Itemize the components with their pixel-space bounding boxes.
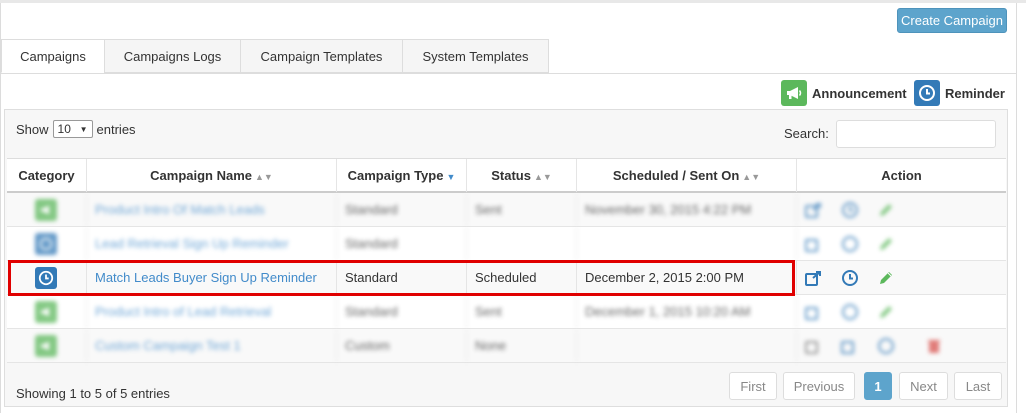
- status-cell: Sent: [467, 193, 577, 226]
- highlight-box: [8, 260, 795, 296]
- pencil-icon[interactable]: [876, 234, 896, 254]
- megaphone-icon: [35, 199, 57, 221]
- megaphone-icon: [35, 335, 57, 357]
- table-header: Category Campaign Name ▲▼ Campaign Type ▼ …: [7, 158, 1006, 193]
- pencil-icon[interactable]: [876, 302, 896, 322]
- column-header-campaign-name[interactable]: Campaign Name ▲▼: [87, 159, 337, 192]
- legend-reminder-label: Reminder: [945, 85, 1005, 101]
- page-size-control: Show 10 ▼ entries: [16, 120, 136, 138]
- sort-desc-icon: ▼: [446, 172, 456, 182]
- share-icon[interactable]: [804, 302, 824, 322]
- table-summary: Showing 1 to 5 of 5 entries: [16, 386, 170, 401]
- legend-announcement-label: Announcement: [812, 85, 907, 101]
- column-header-campaign-type[interactable]: Campaign Type ▼: [337, 159, 467, 192]
- tab-campaign-templates[interactable]: Campaign Templates: [240, 39, 403, 73]
- clock-icon[interactable]: [840, 234, 860, 254]
- trash-icon[interactable]: [924, 336, 944, 356]
- clock-icon[interactable]: [840, 302, 860, 322]
- column-header-scheduled[interactable]: Scheduled / Sent On ▲▼: [577, 159, 797, 192]
- create-campaign-button[interactable]: Create Campaign: [897, 8, 1007, 33]
- content-right-border: [1016, 3, 1017, 413]
- campaign-type-cell: Standard: [337, 193, 467, 226]
- campaign-type-cell: Custom: [337, 329, 467, 362]
- chevron-down-icon: ▼: [79, 124, 88, 134]
- scheduled-cell: [577, 329, 797, 362]
- share-icon[interactable]: [804, 268, 824, 288]
- share-icon[interactable]: [804, 200, 824, 220]
- copy-icon[interactable]: [804, 336, 824, 356]
- search-input[interactable]: [836, 120, 996, 148]
- status-cell: None: [467, 329, 577, 362]
- campaign-name-link[interactable]: Lead Retrieval Sign Up Reminder: [87, 227, 337, 260]
- tab-bar: Campaigns Campaigns Logs Campaign Templa…: [1, 39, 1016, 74]
- pagination-next[interactable]: Next: [899, 372, 948, 400]
- search-label: Search:: [784, 126, 829, 141]
- scheduled-cell: December 1, 2015 10:20 AM: [577, 295, 797, 328]
- pagination-last[interactable]: Last: [954, 372, 1002, 400]
- campaign-name-link[interactable]: Custom Campaign Test 1: [87, 329, 337, 362]
- tab-campaigns-logs[interactable]: Campaigns Logs: [104, 39, 241, 73]
- table-row: Product Intro Of Match Leads Standard Se…: [7, 193, 1006, 227]
- entries-label: entries: [96, 121, 136, 137]
- column-header-category[interactable]: Category: [7, 159, 87, 192]
- sort-icon: ▲▼: [255, 172, 273, 182]
- page-size-select[interactable]: 10 ▼: [52, 120, 93, 138]
- legend-announcement: Announcement: [781, 79, 907, 107]
- legend-reminder: Reminder: [914, 79, 1005, 107]
- sort-icon: ▲▼: [742, 172, 761, 182]
- tab-system-templates[interactable]: System Templates: [402, 39, 549, 73]
- campaign-name-link[interactable]: Product Intro Of Match Leads: [87, 193, 337, 226]
- column-header-action: Action: [881, 168, 922, 183]
- clock-icon[interactable]: [876, 336, 896, 356]
- top-border: [0, 0, 1026, 3]
- clock-icon[interactable]: [840, 200, 860, 220]
- clock-icon: [35, 233, 57, 255]
- pencil-icon[interactable]: [876, 268, 896, 288]
- show-label: Show: [16, 121, 49, 137]
- megaphone-icon: [781, 80, 807, 106]
- page-size-value: 10: [57, 122, 71, 136]
- campaign-type-cell: Standard: [337, 295, 467, 328]
- campaign-name-link[interactable]: Product Intro of Lead Retrieval: [87, 295, 337, 328]
- status-cell: [467, 227, 577, 260]
- megaphone-icon: [35, 301, 57, 323]
- clock-icon[interactable]: [840, 268, 860, 288]
- share-icon[interactable]: [840, 336, 860, 356]
- pagination-page-1[interactable]: 1: [864, 372, 892, 400]
- row-actions: [804, 261, 912, 294]
- sort-icon: ▲▼: [533, 172, 552, 182]
- table-row: Custom Campaign Test 1 Custom None: [7, 329, 1006, 363]
- row-actions: [804, 227, 912, 260]
- table-row: Product Intro of Lead Retrieval Standard…: [7, 295, 1006, 329]
- pencil-icon[interactable]: [876, 200, 896, 220]
- row-actions: [804, 295, 912, 328]
- table-row: Lead Retrieval Sign Up Reminder Standard: [7, 227, 1006, 261]
- row-actions: [804, 193, 912, 226]
- row-actions: [804, 329, 960, 362]
- share-icon[interactable]: [804, 234, 824, 254]
- status-cell: Sent: [467, 295, 577, 328]
- column-header-status[interactable]: Status ▲▼: [467, 159, 577, 192]
- pagination-first[interactable]: First: [729, 372, 777, 400]
- tab-campaigns[interactable]: Campaigns: [1, 39, 105, 73]
- pagination-previous[interactable]: Previous: [783, 372, 855, 400]
- scheduled-cell: November 30, 2015 4:22 PM: [577, 193, 797, 226]
- clock-icon: [914, 80, 940, 106]
- campaign-type-cell: Standard: [337, 227, 467, 260]
- scheduled-cell: [577, 227, 797, 260]
